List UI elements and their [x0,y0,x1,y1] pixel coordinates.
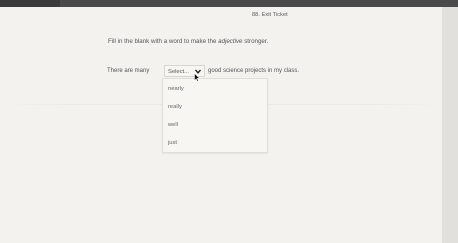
dropdown-option-well[interactable]: well [168,122,178,128]
mouse-pointer-icon [194,73,200,82]
browser-top-bar [0,0,458,7]
prompt-text-after: stronger. [242,38,269,45]
sentence-after: good science projects in my class. [208,68,300,74]
scrollbar[interactable] [442,7,458,243]
question-prompt: Fill in the blank with a word to make th… [108,38,268,45]
dropdown-option-just[interactable]: just [168,140,177,146]
dropdown-option-really[interactable]: really [168,104,182,110]
sentence-before: There are many [107,68,150,74]
dropdown-menu: nearly really well just [162,78,268,153]
dropdown-option-nearly[interactable]: nearly [168,86,184,92]
prompt-emphasis: adjective [218,38,243,45]
select-value: Select... [168,68,189,75]
question-number: 88. Exit Ticket [252,12,288,18]
prompt-text-before: Fill in the blank with a word to make th… [108,38,219,45]
top-bar-segment [0,0,60,7]
